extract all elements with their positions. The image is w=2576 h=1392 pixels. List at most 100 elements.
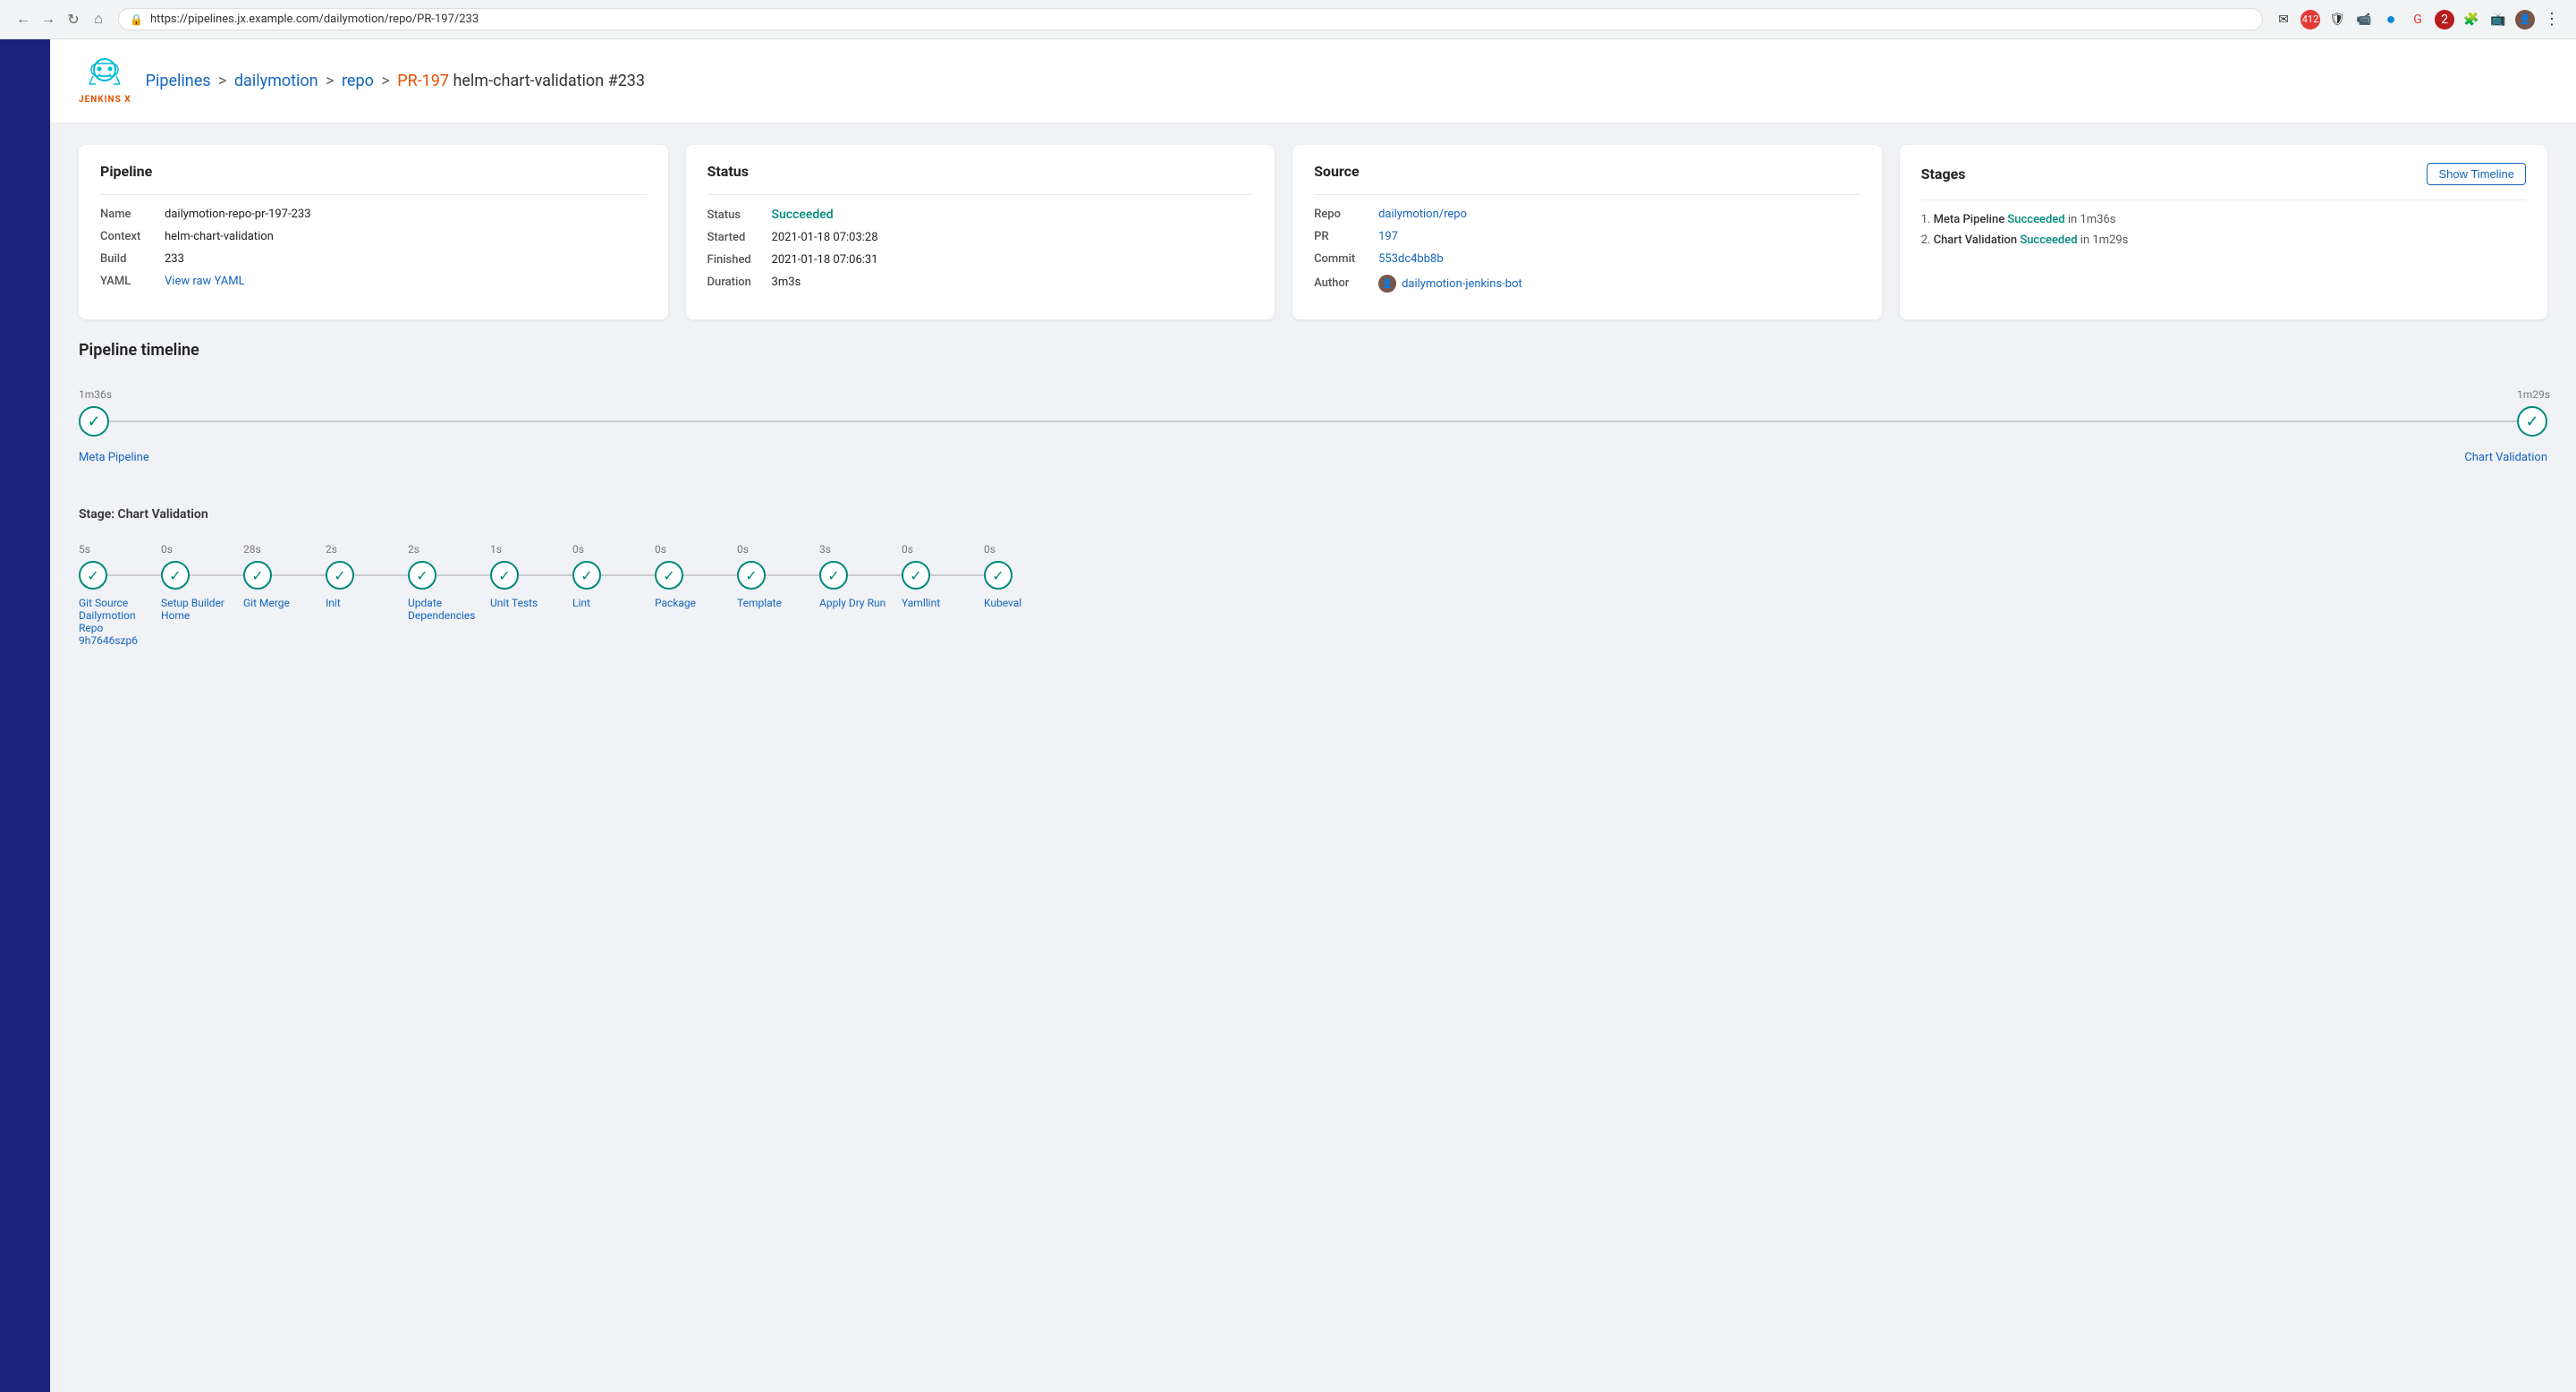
timeline-line-1: [109, 420, 2517, 422]
stage-num-0: 1.: [1921, 213, 1931, 226]
video-icon[interactable]: 📹: [2354, 10, 2374, 30]
step-name-4[interactable]: Update Dependencies: [408, 597, 488, 622]
source-author-value[interactable]: dailymotion-jenkins-bot: [1402, 277, 1522, 291]
step-row-7: ✓: [655, 561, 737, 590]
pipeline-build-value: 233: [165, 252, 184, 266]
avatar[interactable]: 👤: [2515, 10, 2535, 30]
gplus-icon[interactable]: G: [2408, 10, 2428, 30]
reload-button[interactable]: ↻: [64, 11, 82, 29]
step-line-0: [107, 574, 161, 576]
step-name-0[interactable]: Git Source Dailymotion Repo 9h7646szp6: [79, 597, 159, 647]
step-name-8[interactable]: Template: [737, 597, 782, 609]
stage-1-check-icon: ✓: [87, 412, 100, 431]
notification-badge[interactable]: 412: [2301, 10, 2320, 30]
forward-button[interactable]: →: [39, 11, 57, 29]
status-status-label: Status: [708, 208, 761, 222]
step-item-5: 1s✓Unit Tests: [490, 543, 572, 609]
step-line-6: [601, 574, 655, 576]
step-item-11: 0s✓Kubeval: [984, 543, 1021, 609]
stages-list: 1. Meta Pipeline Succeeded in 1m36s 2. C…: [1921, 213, 2526, 247]
logo-text: JENKINS X: [79, 95, 131, 105]
source-pr-label: PR: [1314, 230, 1368, 243]
source-commit-value[interactable]: 553dc4bb8b: [1378, 252, 1444, 266]
source-repo-label: Repo: [1314, 208, 1368, 221]
step-node-3: ✓: [326, 561, 354, 590]
step-node-2: ✓: [243, 561, 272, 590]
status-status-row: Status Succeeded: [708, 208, 1254, 222]
show-timeline-button[interactable]: Show Timeline: [2427, 163, 2526, 185]
status-duration-label: Duration: [708, 276, 761, 289]
shield-icon[interactable]: 🛡: [2327, 10, 2347, 30]
step-name-10[interactable]: Yamllint: [902, 597, 940, 609]
source-repo-row: Repo dailymotion/repo: [1314, 208, 1860, 221]
source-author-row: Author 👤 dailymotion-jenkins-bot: [1314, 275, 1860, 293]
source-repo-value[interactable]: dailymotion/repo: [1378, 208, 1467, 221]
step-name-7[interactable]: Package: [655, 597, 696, 609]
step-name-11[interactable]: Kubeval: [984, 597, 1021, 609]
status-duration-row: Duration 3m3s: [708, 276, 1254, 289]
step-line-8: [766, 574, 819, 576]
pipeline-context-row: Context helm-chart-validation: [100, 230, 647, 243]
step-check-icon-3: ✓: [334, 567, 345, 584]
step-item-1: 0s✓Setup Builder Home: [161, 543, 243, 622]
logo: JENKINS X: [79, 57, 131, 105]
step-duration-0: 5s: [79, 543, 90, 556]
chart-validation-title: Stage: Chart Validation: [79, 507, 2547, 522]
status-finished-label: Finished: [708, 253, 761, 267]
step-name-6[interactable]: Lint: [572, 597, 590, 609]
status-status-value: Succeeded: [772, 208, 834, 222]
ext-icon[interactable]: 2: [2435, 10, 2454, 30]
stage-name-0[interactable]: Meta Pipeline: [1934, 213, 2008, 226]
step-duration-9: 3s: [819, 543, 831, 556]
step-line-9: [848, 574, 902, 576]
stage-1-name-link[interactable]: Meta Pipeline: [79, 451, 186, 464]
back-button[interactable]: ←: [14, 11, 32, 29]
pipeline-name-value: dailymotion-repo-pr-197-233: [165, 208, 311, 221]
step-check-icon-2: ✓: [251, 567, 263, 584]
step-name-5[interactable]: Unit Tests: [490, 597, 538, 609]
circle-icon[interactable]: ●: [2381, 10, 2401, 30]
step-duration-2: 28s: [243, 543, 261, 556]
browser-chrome: ← → ↻ ⌂ 🔒 https://pipelines.jx.example.c…: [0, 0, 2576, 39]
step-node-11: ✓: [984, 561, 1013, 590]
home-button[interactable]: ⌂: [89, 11, 107, 29]
step-row-11: ✓: [984, 561, 1013, 590]
pipeline-yaml-link[interactable]: View raw YAML: [165, 275, 245, 288]
step-check-icon-1: ✓: [169, 567, 181, 584]
puzzle-icon[interactable]: 🧩: [2462, 10, 2481, 30]
step-name-9[interactable]: Apply Dry Run: [819, 597, 886, 609]
cards-row: Pipeline Name dailymotion-repo-pr-197-23…: [50, 123, 2576, 341]
step-item-8: 0s✓Template: [737, 543, 819, 609]
step-node-6: ✓: [572, 561, 601, 590]
breadcrumb-dailymotion[interactable]: dailymotion: [234, 72, 318, 90]
stage-list-item-1: 2. Chart Validation Succeeded in 1m29s: [1921, 233, 2526, 247]
mail-icon[interactable]: ✉: [2274, 10, 2293, 30]
step-row-3: ✓: [326, 561, 408, 590]
step-row-10: ✓: [902, 561, 984, 590]
stage-2-name-link[interactable]: Chart Validation: [2440, 451, 2547, 464]
step-row-2: ✓: [243, 561, 326, 590]
stage-2-duration-label: 1m29s: [2517, 388, 2547, 401]
source-commit-row: Commit 553dc4bb8b: [1314, 252, 1860, 266]
step-line-4: [436, 574, 490, 576]
breadcrumb-repo[interactable]: repo: [342, 72, 374, 90]
stages-card-title: Stages: [1921, 166, 1966, 182]
step-name-3[interactable]: Init: [326, 597, 341, 609]
step-duration-4: 2s: [408, 543, 419, 556]
step-name-2[interactable]: Git Merge: [243, 597, 290, 609]
breadcrumb-pipelines[interactable]: Pipelines: [146, 72, 211, 90]
stage-name-1[interactable]: Chart Validation: [1934, 233, 2021, 247]
step-node-10: ✓: [902, 561, 930, 590]
step-check-icon-9: ✓: [827, 567, 839, 584]
pipeline-yaml-label: YAML: [100, 275, 154, 288]
stage-2-check-icon: ✓: [2525, 412, 2538, 431]
step-name-1[interactable]: Setup Builder Home: [161, 597, 242, 622]
source-pr-value[interactable]: 197: [1378, 230, 1398, 243]
address-bar[interactable]: 🔒 https://pipelines.jx.example.com/daily…: [118, 8, 2263, 30]
cast-icon[interactable]: 📺: [2488, 10, 2508, 30]
stage-status-0: Succeeded: [2007, 213, 2064, 226]
breadcrumb-sep-3: >: [381, 72, 389, 90]
step-node-4: ✓: [408, 561, 436, 590]
menu-icon[interactable]: ⋮: [2542, 10, 2562, 30]
step-duration-5: 1s: [490, 543, 502, 556]
